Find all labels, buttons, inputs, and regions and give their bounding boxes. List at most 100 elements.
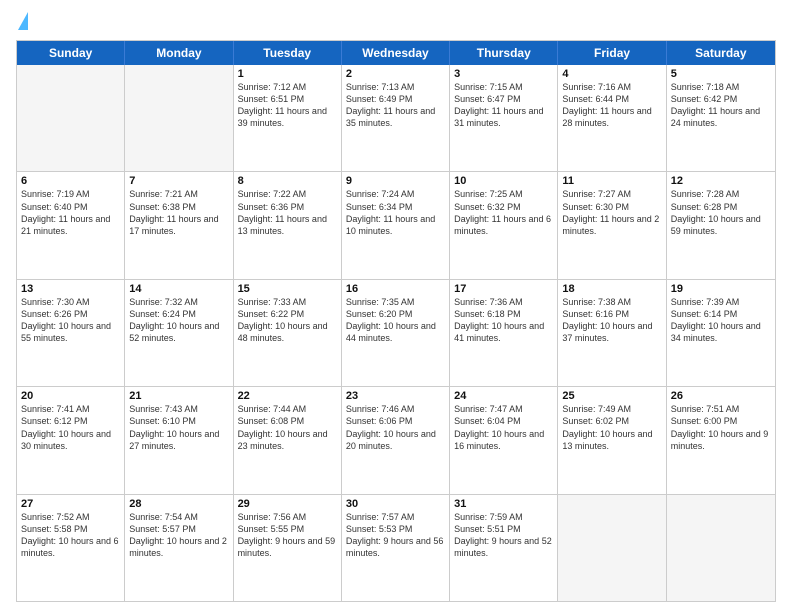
calendar-day-24: 24Sunrise: 7:47 AM Sunset: 6:04 PM Dayli… (450, 387, 558, 493)
calendar-day-31: 31Sunrise: 7:59 AM Sunset: 5:51 PM Dayli… (450, 495, 558, 601)
calendar: SundayMondayTuesdayWednesdayThursdayFrid… (16, 40, 776, 602)
day-number: 28 (129, 498, 228, 510)
day-number: 11 (562, 175, 661, 187)
day-info: Sunrise: 7:22 AM Sunset: 6:36 PM Dayligh… (238, 188, 337, 237)
day-number: 12 (671, 175, 771, 187)
header-day-thursday: Thursday (450, 41, 558, 65)
calendar-day-8: 8Sunrise: 7:22 AM Sunset: 6:36 PM Daylig… (234, 172, 342, 278)
calendar-day-20: 20Sunrise: 7:41 AM Sunset: 6:12 PM Dayli… (17, 387, 125, 493)
calendar-day-4: 4Sunrise: 7:16 AM Sunset: 6:44 PM Daylig… (558, 65, 666, 171)
calendar-day-19: 19Sunrise: 7:39 AM Sunset: 6:14 PM Dayli… (667, 280, 775, 386)
day-number: 31 (454, 498, 553, 510)
empty-cell (17, 65, 125, 171)
logo-triangle-icon (18, 12, 28, 30)
day-info: Sunrise: 7:47 AM Sunset: 6:04 PM Dayligh… (454, 403, 553, 452)
calendar-day-6: 6Sunrise: 7:19 AM Sunset: 6:40 PM Daylig… (17, 172, 125, 278)
calendar-week-1: 1Sunrise: 7:12 AM Sunset: 6:51 PM Daylig… (17, 65, 775, 172)
day-number: 13 (21, 283, 120, 295)
day-number: 7 (129, 175, 228, 187)
day-info: Sunrise: 7:32 AM Sunset: 6:24 PM Dayligh… (129, 296, 228, 345)
day-info: Sunrise: 7:56 AM Sunset: 5:55 PM Dayligh… (238, 511, 337, 560)
header-day-wednesday: Wednesday (342, 41, 450, 65)
empty-cell (125, 65, 233, 171)
day-number: 1 (238, 68, 337, 80)
day-info: Sunrise: 7:27 AM Sunset: 6:30 PM Dayligh… (562, 188, 661, 237)
day-info: Sunrise: 7:30 AM Sunset: 6:26 PM Dayligh… (21, 296, 120, 345)
day-number: 2 (346, 68, 445, 80)
day-number: 20 (21, 390, 120, 402)
day-info: Sunrise: 7:41 AM Sunset: 6:12 PM Dayligh… (21, 403, 120, 452)
calendar-day-11: 11Sunrise: 7:27 AM Sunset: 6:30 PM Dayli… (558, 172, 666, 278)
header-day-saturday: Saturday (667, 41, 775, 65)
logo (16, 12, 28, 32)
day-number: 27 (21, 498, 120, 510)
day-info: Sunrise: 7:19 AM Sunset: 6:40 PM Dayligh… (21, 188, 120, 237)
day-number: 29 (238, 498, 337, 510)
calendar-day-30: 30Sunrise: 7:57 AM Sunset: 5:53 PM Dayli… (342, 495, 450, 601)
day-number: 25 (562, 390, 661, 402)
day-info: Sunrise: 7:38 AM Sunset: 6:16 PM Dayligh… (562, 296, 661, 345)
day-number: 30 (346, 498, 445, 510)
calendar-week-2: 6Sunrise: 7:19 AM Sunset: 6:40 PM Daylig… (17, 172, 775, 279)
day-info: Sunrise: 7:25 AM Sunset: 6:32 PM Dayligh… (454, 188, 553, 237)
day-info: Sunrise: 7:24 AM Sunset: 6:34 PM Dayligh… (346, 188, 445, 237)
calendar-day-23: 23Sunrise: 7:46 AM Sunset: 6:06 PM Dayli… (342, 387, 450, 493)
day-info: Sunrise: 7:59 AM Sunset: 5:51 PM Dayligh… (454, 511, 553, 560)
calendar-day-26: 26Sunrise: 7:51 AM Sunset: 6:00 PM Dayli… (667, 387, 775, 493)
day-info: Sunrise: 7:46 AM Sunset: 6:06 PM Dayligh… (346, 403, 445, 452)
day-info: Sunrise: 7:49 AM Sunset: 6:02 PM Dayligh… (562, 403, 661, 452)
calendar-day-9: 9Sunrise: 7:24 AM Sunset: 6:34 PM Daylig… (342, 172, 450, 278)
day-number: 23 (346, 390, 445, 402)
calendar-day-1: 1Sunrise: 7:12 AM Sunset: 6:51 PM Daylig… (234, 65, 342, 171)
page-header (16, 12, 776, 32)
calendar-day-17: 17Sunrise: 7:36 AM Sunset: 6:18 PM Dayli… (450, 280, 558, 386)
day-number: 4 (562, 68, 661, 80)
day-number: 6 (21, 175, 120, 187)
calendar-week-3: 13Sunrise: 7:30 AM Sunset: 6:26 PM Dayli… (17, 280, 775, 387)
empty-cell (667, 495, 775, 601)
day-info: Sunrise: 7:54 AM Sunset: 5:57 PM Dayligh… (129, 511, 228, 560)
calendar-week-4: 20Sunrise: 7:41 AM Sunset: 6:12 PM Dayli… (17, 387, 775, 494)
day-info: Sunrise: 7:15 AM Sunset: 6:47 PM Dayligh… (454, 81, 553, 130)
calendar-day-14: 14Sunrise: 7:32 AM Sunset: 6:24 PM Dayli… (125, 280, 233, 386)
day-number: 24 (454, 390, 553, 402)
day-info: Sunrise: 7:33 AM Sunset: 6:22 PM Dayligh… (238, 296, 337, 345)
calendar-day-13: 13Sunrise: 7:30 AM Sunset: 6:26 PM Dayli… (17, 280, 125, 386)
calendar-day-18: 18Sunrise: 7:38 AM Sunset: 6:16 PM Dayli… (558, 280, 666, 386)
calendar-day-16: 16Sunrise: 7:35 AM Sunset: 6:20 PM Dayli… (342, 280, 450, 386)
day-info: Sunrise: 7:28 AM Sunset: 6:28 PM Dayligh… (671, 188, 771, 237)
calendar-body: 1Sunrise: 7:12 AM Sunset: 6:51 PM Daylig… (17, 65, 775, 601)
day-info: Sunrise: 7:44 AM Sunset: 6:08 PM Dayligh… (238, 403, 337, 452)
calendar-day-15: 15Sunrise: 7:33 AM Sunset: 6:22 PM Dayli… (234, 280, 342, 386)
day-info: Sunrise: 7:57 AM Sunset: 5:53 PM Dayligh… (346, 511, 445, 560)
day-info: Sunrise: 7:43 AM Sunset: 6:10 PM Dayligh… (129, 403, 228, 452)
calendar-day-22: 22Sunrise: 7:44 AM Sunset: 6:08 PM Dayli… (234, 387, 342, 493)
day-number: 8 (238, 175, 337, 187)
day-number: 9 (346, 175, 445, 187)
day-info: Sunrise: 7:39 AM Sunset: 6:14 PM Dayligh… (671, 296, 771, 345)
calendar-header: SundayMondayTuesdayWednesdayThursdayFrid… (17, 41, 775, 65)
day-info: Sunrise: 7:35 AM Sunset: 6:20 PM Dayligh… (346, 296, 445, 345)
day-number: 19 (671, 283, 771, 295)
empty-cell (558, 495, 666, 601)
day-number: 15 (238, 283, 337, 295)
header-day-tuesday: Tuesday (234, 41, 342, 65)
day-info: Sunrise: 7:52 AM Sunset: 5:58 PM Dayligh… (21, 511, 120, 560)
day-info: Sunrise: 7:18 AM Sunset: 6:42 PM Dayligh… (671, 81, 771, 130)
header-day-friday: Friday (558, 41, 666, 65)
calendar-day-28: 28Sunrise: 7:54 AM Sunset: 5:57 PM Dayli… (125, 495, 233, 601)
day-info: Sunrise: 7:21 AM Sunset: 6:38 PM Dayligh… (129, 188, 228, 237)
calendar-day-12: 12Sunrise: 7:28 AM Sunset: 6:28 PM Dayli… (667, 172, 775, 278)
day-info: Sunrise: 7:16 AM Sunset: 6:44 PM Dayligh… (562, 81, 661, 130)
day-info: Sunrise: 7:12 AM Sunset: 6:51 PM Dayligh… (238, 81, 337, 130)
calendar-day-5: 5Sunrise: 7:18 AM Sunset: 6:42 PM Daylig… (667, 65, 775, 171)
day-number: 21 (129, 390, 228, 402)
calendar-day-21: 21Sunrise: 7:43 AM Sunset: 6:10 PM Dayli… (125, 387, 233, 493)
calendar-day-27: 27Sunrise: 7:52 AM Sunset: 5:58 PM Dayli… (17, 495, 125, 601)
day-info: Sunrise: 7:51 AM Sunset: 6:00 PM Dayligh… (671, 403, 771, 452)
day-number: 16 (346, 283, 445, 295)
calendar-day-29: 29Sunrise: 7:56 AM Sunset: 5:55 PM Dayli… (234, 495, 342, 601)
calendar-day-3: 3Sunrise: 7:15 AM Sunset: 6:47 PM Daylig… (450, 65, 558, 171)
calendar-day-2: 2Sunrise: 7:13 AM Sunset: 6:49 PM Daylig… (342, 65, 450, 171)
calendar-week-5: 27Sunrise: 7:52 AM Sunset: 5:58 PM Dayli… (17, 495, 775, 601)
